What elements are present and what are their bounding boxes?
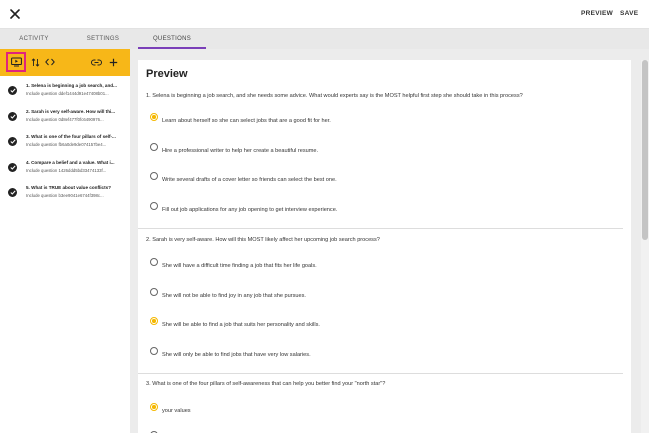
answer-label: She will have a difficult time finding a… [162, 263, 317, 269]
preview-button[interactable]: PREVIEW [581, 10, 613, 17]
answer-label: She will not be able to find joy in any … [162, 293, 306, 299]
question-list-item[interactable]: 5. What is TRUE about value conflicts? I… [0, 182, 130, 208]
preview-panel: Preview 1. Selena is beginning a job sea… [138, 60, 631, 433]
answer-label: Learn about herself so she can select jo… [162, 118, 331, 124]
preview-title: Preview [146, 68, 188, 80]
question-list-title: 4. Compare a belief and a value. What i.… [26, 159, 115, 165]
tab-settings[interactable]: SETTINGS [68, 29, 138, 49]
question-list-subtitle: Include question 1426ddd5bd33474133f... [26, 167, 107, 173]
question-sidebar: 1. Selena is beginning a job search, and… [0, 49, 130, 433]
save-button[interactable]: SAVE [620, 10, 638, 17]
scrollbar-thumb[interactable] [642, 60, 648, 240]
check-circle-icon [8, 162, 17, 172]
question-list-title: 2. Sarah is very self-aware. How will th… [26, 108, 116, 114]
answer-option[interactable]: Learn about herself so she can select jo… [150, 113, 610, 127]
answer-option[interactable]: She will only be able to find jobs that … [150, 347, 610, 361]
answer-option[interactable]: Write several drafts of a cover letter s… [150, 172, 610, 186]
question-list-subtitle: Include question ddef1444d91e47408b01... [26, 91, 109, 96]
radio-unselected[interactable] [150, 288, 158, 296]
question-text: 3. What is one of the four pillars of se… [146, 381, 386, 387]
check-circle-icon [8, 111, 17, 121]
check-circle-icon [8, 188, 17, 197]
link-icon[interactable] [87, 53, 105, 71]
preview-icon[interactable] [6, 52, 26, 72]
question-list-title: 5. What is TRUE about value conflicts? [26, 185, 111, 190]
tab-activity[interactable]: ACTIVITY [0, 29, 68, 49]
question-text: 1. Selena is beginning a job search, and… [146, 93, 523, 99]
add-icon[interactable] [104, 53, 122, 71]
question-text: 2. Sarah is very self-aware. How will th… [146, 237, 380, 243]
answer-option[interactable]: She will be able to find a job that suit… [150, 317, 610, 331]
answer-option[interactable]: She will have a difficult time finding a… [150, 258, 610, 272]
answer-option[interactable]: your values [150, 403, 610, 417]
active-tab-indicator [138, 47, 206, 49]
radio-unselected[interactable] [150, 143, 158, 151]
tab-questions[interactable]: QUESTIONS [138, 29, 206, 49]
question-list: 1. Selena is beginning a job search, and… [0, 80, 130, 208]
answer-option[interactable]: She will not be able to find joy in any … [150, 288, 610, 302]
question-list-title: 1. Selena is beginning a job search, and… [26, 83, 117, 88]
question-toolbar [0, 49, 130, 76]
question-divider [138, 373, 623, 374]
question-list-title: 3. What is one of the four pillars of se… [26, 134, 116, 139]
question-list-subtitle: Include question 0d8ef477f0fc6490976... [26, 116, 104, 122]
question-list-item[interactable]: 4. Compare a belief and a value. What i.… [0, 157, 130, 183]
answer-option[interactable]: Hire a professional writer to help her c… [150, 143, 610, 157]
radio-selected[interactable] [150, 403, 158, 411]
radio-unselected[interactable] [150, 172, 158, 180]
radio-unselected[interactable] [150, 347, 158, 355]
question-list-item[interactable]: 2. Sarah is very self-aware. How will th… [0, 106, 130, 132]
code-icon[interactable] [41, 53, 59, 71]
close-icon[interactable] [6, 5, 24, 23]
radio-unselected[interactable] [150, 202, 158, 210]
answer-label: She will be able to find a job that suit… [162, 322, 320, 328]
question-divider [138, 228, 623, 229]
tab-bar: ACTIVITY SETTINGS QUESTIONS [0, 29, 649, 49]
question-list-subtitle: Include question fb6a0de9de074157be4... [26, 142, 107, 147]
answer-label: Fill out job applications for any job op… [162, 207, 338, 213]
check-circle-icon [8, 86, 17, 95]
answer-label: She will only be able to find jobs that … [162, 352, 311, 358]
answer-label: your values [162, 408, 191, 414]
answer-option[interactable]: Fill out job applications for any job op… [150, 202, 610, 216]
question-list-item[interactable]: 1. Selena is beginning a job search, and… [0, 80, 130, 106]
question-list-subtitle: Include question b3ee9041e6744f398c... [26, 193, 104, 198]
question-list-item[interactable]: 3. What is one of the four pillars of se… [0, 131, 130, 157]
answer-label: Hire a professional writer to help her c… [162, 148, 319, 154]
radio-unselected[interactable] [150, 258, 158, 266]
check-circle-icon [8, 137, 17, 146]
radio-selected[interactable] [150, 317, 158, 325]
top-bar: PREVIEW SAVE [0, 0, 649, 29]
answer-label: Write several drafts of a cover letter s… [162, 177, 337, 183]
radio-selected[interactable] [150, 113, 158, 121]
